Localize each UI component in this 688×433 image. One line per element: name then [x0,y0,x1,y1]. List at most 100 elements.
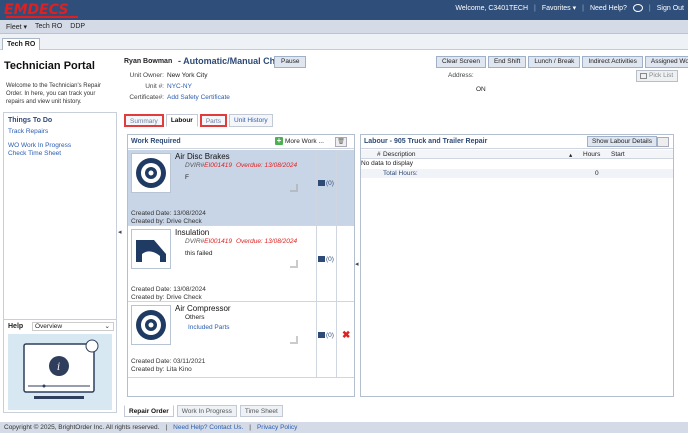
svg-text:i: i [57,362,60,373]
show-labour-details-button[interactable]: Show Labour Details [587,136,657,147]
job-title: - Automatic/Manual Cha... [178,56,288,66]
more-work-button[interactable]: + More Work ... [275,137,324,145]
work-item-row[interactable]: Air Compressor Others Included Parts Cre… [128,302,354,378]
total-hours-row: Total Hours: 0 [361,169,673,178]
tab-parts[interactable]: Parts [199,114,228,127]
middle-collapse-handle[interactable]: ◂ [355,260,359,268]
end-shift-button[interactable]: End Shift [487,56,527,68]
action-buttons: Clear Screen End Shift Lunch / Break Ind… [436,56,688,68]
welcome-text: Welcome to the Technician's Repair Order… [6,83,101,105]
track-repairs-link[interactable]: Track Repairs [8,128,48,135]
tab-summary[interactable]: Summary [124,114,164,127]
help-label: Help [8,322,24,330]
parts-count[interactable]: (0) [318,332,334,339]
work-item-description: Others [185,314,205,321]
menu-bar: Fleet ▾ Tech RO DDP [0,20,688,34]
work-item-name: Air Disc Brakes [175,152,230,161]
parts-icon [318,256,325,263]
resize-handle[interactable] [290,260,298,268]
col-hours[interactable]: Hours [583,151,600,158]
sort-arrow-icon[interactable]: ▴ [569,151,572,159]
address-value: ON [476,86,486,93]
menu-tech-ro[interactable]: Tech RO [35,23,62,30]
resize-handle[interactable] [290,336,298,344]
assigned-work-button[interactable]: Assigned Work [644,56,688,68]
help-box: Help Overview ⌄ i [3,319,117,413]
certificate-row: Certificate#: Add Safety Certificate [129,94,230,101]
labour-header: Labour - 905 Truck and Trailer Repair Sh… [361,135,673,149]
resize-handle[interactable] [290,184,298,192]
trash-icon[interactable] [657,137,669,147]
sign-out-link[interactable]: Sign Out [657,5,684,12]
dvir-code[interactable]: EI001419 [204,162,232,169]
insulation-icon [131,229,171,269]
portal-title: Technician Portal [4,60,95,72]
work-item-row[interactable]: Insulation DVIR#EI001419 Overdue: 13/08/2… [128,226,354,302]
logo-underline [6,16,78,18]
work-required-panel: Work Required + More Work ... 🗑 Air Disc… [127,134,355,397]
work-item-name: Air Compressor [175,304,231,313]
need-help-link[interactable]: Need Help? [590,5,627,12]
help-video[interactable]: i [8,334,112,410]
pause-button[interactable]: Pause [274,56,307,68]
col-start[interactable]: Start [611,151,625,158]
pick-list-button[interactable]: Pick List [636,70,678,82]
indirect-activities-button[interactable]: Indirect Activities [582,56,643,68]
work-item-row[interactable]: Air Disc Brakes DVIR#EI001419 Overdue: 13… [128,150,354,226]
things-to-do-title: Things To Do [8,117,53,124]
lunch-break-button[interactable]: Lunch / Break [528,56,581,68]
tab-time-sheet[interactable]: Time Sheet [239,405,283,417]
unit-link[interactable]: NYC-NY [167,83,192,90]
parts-icon [318,332,325,339]
bottom-tabs: Repair Order Work In Progress Time Sheet [124,405,283,417]
menu-ddp[interactable]: DDP [70,23,85,30]
overdue-text: Overdue: 13/08/2024 [236,238,298,245]
tab-tech-ro[interactable]: Tech RO [2,38,41,50]
delete-icon[interactable]: ✖ [342,330,350,341]
col-description[interactable]: Description [383,151,416,158]
work-item-description: this failed [185,250,213,257]
tab-unit-history[interactable]: Unit History [229,114,273,127]
overdue-text: Overdue: 13/08/2024 [236,162,298,169]
dvir-line: DVIR#EI001419 Overdue: 13/08/2024 [185,162,298,169]
work-required-title: Work Required [131,138,181,145]
check-time-sheet-link[interactable]: Check Time Sheet [8,150,61,157]
printer-icon [640,73,647,79]
unit-owner-row: Unit Owner: New York City [129,72,208,79]
brake-disc-icon [131,153,171,193]
no-data-text: No data to display [361,160,414,167]
created-date: Created Date: 13/08/2024 [131,286,206,293]
created-by: Created by: Drive Check [131,218,202,225]
chat-icon[interactable] [632,4,643,12]
work-item-description: F [185,174,189,181]
dvir-line: DVIR#EI001419 Overdue: 13/08/2024 [185,238,298,245]
help-contact-link[interactable]: Need Help? Contact Us. [173,424,243,431]
dvir-code[interactable]: EI001419 [204,238,232,245]
parts-count[interactable]: (0) [318,256,334,263]
tab-work-in-progress[interactable]: Work In Progress [176,405,237,417]
top-right-nav: Welcome, C3401TECH | Favorites ▾ | Need … [455,4,684,12]
welcome-text: Welcome, C3401TECH [455,4,529,12]
help-topic-select[interactable]: Overview ⌄ [32,322,114,331]
col-number[interactable]: # [377,151,381,158]
clear-screen-button[interactable]: Clear Screen [436,56,486,68]
favorites-menu[interactable]: Favorites ▾ [542,4,576,12]
labour-panel: Labour - 905 Truck and Trailer Repair Sh… [360,134,674,397]
privacy-policy-link[interactable]: Privacy Policy [257,424,297,431]
created-by: Created by: Lita Kino [131,366,192,373]
created-date: Created Date: 03/11/2021 [131,358,206,365]
parts-count[interactable]: (0) [318,180,334,187]
add-safety-certificate-link[interactable]: Add Safety Certificate [167,94,230,101]
menu-fleet[interactable]: Fleet ▾ [6,23,27,31]
trash-icon[interactable]: 🗑 [335,137,347,147]
left-panel: Technician Portal Welcome to the Technic… [0,52,118,422]
total-hours-value: 0 [595,170,599,177]
labour-columns: # Description ▴ Hours Start [361,150,673,159]
tab-repair-order[interactable]: Repair Order [124,405,174,417]
footer: Copyright © 2025, BrightOrder Inc. All r… [0,422,688,433]
included-parts-link[interactable]: Included Parts [188,324,230,331]
wo-work-in-progress-link[interactable]: WO Work In Progress [8,142,71,149]
tab-labour[interactable]: Labour [165,114,198,127]
parts-icon [318,180,325,187]
work-required-header: Work Required + More Work ... 🗑 [128,135,354,149]
